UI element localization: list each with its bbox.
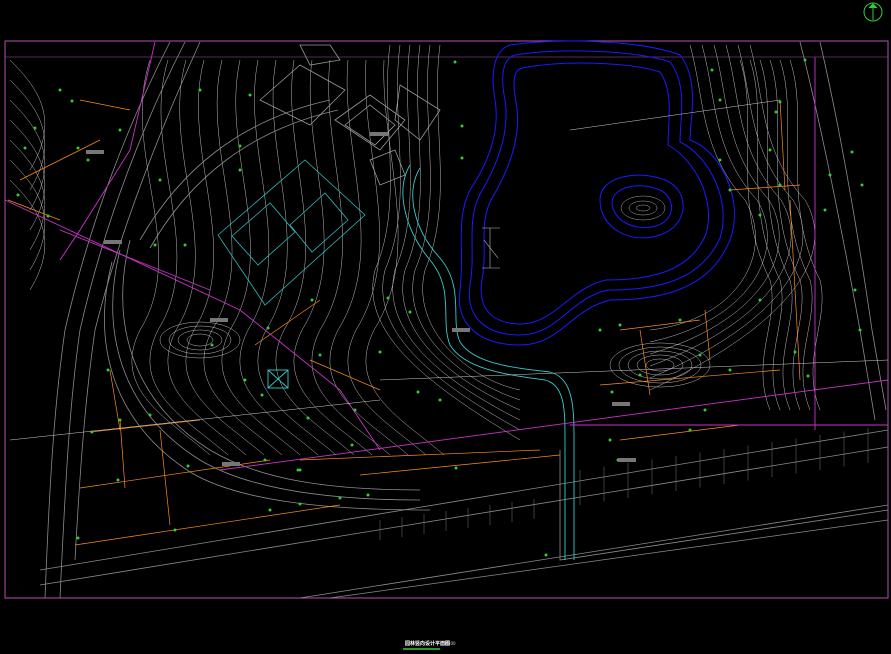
elevation-point-1 — [70, 99, 74, 103]
elevation-point-50 — [778, 183, 782, 187]
elevation-point-37 — [298, 502, 302, 506]
elevation-point-26 — [298, 468, 302, 472]
elevation-point-5 — [76, 146, 80, 150]
elevation-point-12 — [310, 298, 314, 302]
elevation-point-72 — [33, 126, 37, 130]
elevation-point-25 — [416, 390, 420, 394]
elevation-point-38 — [338, 496, 342, 500]
elevation-point-36 — [268, 508, 272, 512]
elevation-point-44 — [698, 353, 702, 357]
elevation-point-78 — [850, 150, 854, 154]
elevation-point-54 — [710, 68, 714, 72]
elevation-point-49 — [768, 148, 772, 152]
spot-label-7 — [452, 328, 470, 332]
spot-label-5 — [612, 402, 630, 406]
elevation-point-29 — [116, 478, 120, 482]
elevation-point-46 — [758, 298, 762, 302]
elevation-point-33 — [106, 368, 110, 372]
elevation-point-47 — [793, 350, 797, 354]
elevation-point-43 — [638, 373, 642, 377]
elevation-point-76 — [853, 288, 857, 292]
elevation-point-35 — [148, 413, 152, 417]
elevation-point-4 — [86, 158, 90, 162]
elevation-point-55 — [774, 110, 778, 114]
elevation-point-16 — [260, 393, 264, 397]
elevation-point-75 — [858, 328, 862, 332]
background — [0, 0, 891, 654]
elevation-point-80 — [438, 398, 442, 402]
spot-label-1 — [86, 150, 104, 154]
cad-drawing-canvas: 园林竖向设计平面图 1:500 — [0, 0, 891, 654]
elevation-point-45 — [728, 368, 732, 372]
elevation-point-62 — [618, 323, 622, 327]
drawing-scale: 1:500 — [444, 641, 456, 646]
elevation-point-20 — [350, 443, 354, 447]
elevation-point-51 — [728, 188, 732, 192]
elevation-point-28 — [263, 458, 267, 462]
elevation-point-64 — [608, 438, 612, 442]
spot-label-8 — [370, 132, 388, 136]
elevation-point-57 — [460, 124, 464, 128]
elevation-point-73 — [803, 58, 807, 62]
elevation-point-39 — [366, 493, 370, 497]
elevation-point-8 — [153, 243, 157, 247]
elevation-point-53 — [718, 98, 722, 102]
elevation-point-17 — [318, 353, 322, 357]
spot-label-2 — [104, 240, 122, 244]
elevation-point-2 — [23, 146, 27, 150]
elevation-point-24 — [378, 350, 382, 354]
elevation-point-15 — [243, 378, 247, 382]
elevation-point-58 — [453, 60, 457, 64]
elevation-point-68 — [198, 88, 202, 92]
elevation-point-63 — [678, 318, 682, 322]
elevation-point-66 — [688, 428, 692, 432]
elevation-point-65 — [703, 408, 707, 412]
elevation-point-10 — [238, 144, 242, 148]
elevation-point-41 — [544, 553, 548, 557]
elevation-point-32 — [90, 430, 94, 434]
elevation-point-71 — [58, 88, 62, 92]
spot-label-3 — [210, 318, 228, 322]
elevation-point-13 — [266, 326, 270, 330]
elevation-point-77 — [828, 173, 832, 177]
spot-label-4 — [222, 462, 240, 466]
elevation-point-61 — [598, 328, 602, 332]
elevation-point-31 — [173, 528, 177, 532]
elevation-point-6 — [16, 193, 20, 197]
elevation-point-69 — [248, 93, 252, 97]
elevation-point-70 — [118, 128, 122, 132]
elevation-point-18 — [353, 408, 357, 412]
elevation-point-7 — [158, 178, 162, 182]
elevation-point-27 — [186, 464, 190, 468]
elevation-point-19 — [306, 416, 310, 420]
elevation-point-11 — [238, 168, 242, 172]
elevation-point-42 — [610, 390, 614, 394]
elevation-point-23 — [386, 296, 390, 300]
elevation-point-74 — [823, 208, 827, 212]
elevation-point-30 — [76, 536, 80, 540]
elevation-point-60 — [778, 100, 782, 104]
elevation-point-48 — [806, 374, 810, 378]
spot-label-6 — [618, 458, 636, 462]
elevation-point-22 — [408, 310, 412, 314]
elevation-point-56 — [460, 156, 464, 160]
elevation-point-14 — [210, 343, 214, 347]
elevation-point-59 — [758, 213, 762, 217]
elevation-point-34 — [118, 418, 122, 422]
elevation-point-9 — [183, 243, 187, 247]
elevation-point-79 — [860, 183, 864, 187]
elevation-point-52 — [718, 158, 722, 162]
elevation-point-3 — [46, 214, 50, 218]
elevation-point-40 — [454, 466, 458, 470]
